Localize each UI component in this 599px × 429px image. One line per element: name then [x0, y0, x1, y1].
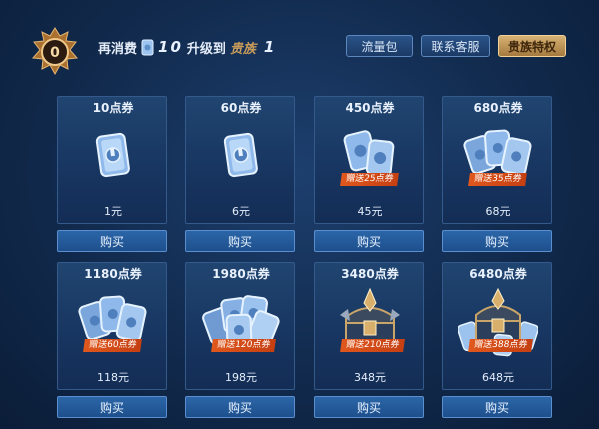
product-card-panel[interactable]: 680点券 赠送35点券 68元	[442, 96, 552, 224]
product-card[interactable]: 1980点券 赠送120点券 198元购买	[185, 262, 295, 422]
product-card[interactable]: 6480点券 赠送388点券 648元购买	[442, 262, 552, 422]
buy-button[interactable]: 购买	[185, 396, 295, 418]
product-card-panel[interactable]: 6480点券 赠送388点券 648元	[442, 262, 552, 390]
product-card-panel[interactable]: 3480点券 赠送210点券 348元	[314, 262, 424, 390]
product-card-panel[interactable]: 450点券 赠送25点券 45元	[314, 96, 424, 224]
buy-button[interactable]: 购买	[442, 230, 552, 252]
product-card-panel[interactable]: 1180点券 赠送60点券 118元	[57, 262, 167, 390]
product-price: 68元	[485, 205, 511, 218]
product-price: 1元	[104, 205, 122, 218]
tab-customer-service[interactable]: 联系客服	[421, 35, 490, 57]
buy-button[interactable]: 购买	[57, 230, 167, 252]
tab-noble-privileges[interactable]: 贵族特权	[498, 35, 566, 57]
product-card-panel[interactable]: 10点券 1元	[57, 96, 167, 224]
product-title: 680点券	[473, 101, 523, 115]
product-price: 198元	[225, 371, 257, 384]
product-card[interactable]: 680点券 赠送35点券 68元购买	[442, 96, 552, 256]
product-title: 6480点券	[469, 267, 527, 281]
product-price: 118元	[97, 371, 129, 384]
buy-button[interactable]: 购买	[442, 396, 552, 418]
product-card-panel[interactable]: 60点券 6元	[185, 96, 295, 224]
bonus-gift-badge: 赠送388点券	[468, 339, 534, 352]
bonus-gift-badge: 赠送25点券	[340, 173, 400, 186]
product-title: 450点券	[345, 101, 395, 115]
buy-button[interactable]: 购买	[314, 230, 424, 252]
product-card[interactable]: 450点券 赠送25点券 45元购买	[314, 96, 424, 256]
product-price: 648元	[482, 371, 514, 384]
top-bar: 0 再消费 10 升级到 贵族 1 流量包 联系客服 贵族特权	[0, 0, 599, 86]
product-price: 348元	[354, 371, 386, 384]
buy-button[interactable]: 购买	[314, 396, 424, 418]
vip-level-badge-icon: 0	[31, 27, 79, 76]
spend-more-label: 再消费	[98, 41, 138, 57]
product-card[interactable]: 1180点券 赠送60点券 118元购买	[57, 262, 167, 422]
coupon-single-icon	[73, 121, 153, 191]
noble-level-number: 1	[263, 38, 275, 56]
product-price: 6元	[232, 205, 250, 218]
product-title: 3480点券	[341, 267, 399, 281]
bonus-gift-badge: 赠送35点券	[468, 173, 528, 186]
product-title: 1180点券	[84, 267, 142, 281]
product-card-panel[interactable]: 1980点券 赠送120点券 198元	[185, 262, 295, 390]
buy-button[interactable]: 购买	[185, 230, 295, 252]
coupon-icon	[141, 39, 154, 55]
buy-button[interactable]: 购买	[57, 396, 167, 418]
tab-data-package[interactable]: 流量包	[346, 35, 413, 57]
bonus-gift-badge: 赠送120点券	[211, 339, 277, 352]
bonus-gift-badge: 赠送210点券	[340, 339, 406, 352]
product-card[interactable]: 3480点券 赠送210点券 348元购买	[314, 262, 424, 422]
spend-amount: 10	[158, 38, 183, 56]
product-title: 1980点券	[212, 267, 270, 281]
bonus-gift-badge: 赠送60点券	[83, 339, 143, 352]
vip-level-number: 0	[50, 45, 60, 61]
product-card[interactable]: 60点券 6元购买	[185, 96, 295, 256]
product-price: 45元	[357, 205, 383, 218]
product-card[interactable]: 10点券 1元购买	[57, 96, 167, 256]
noble-label: 贵族	[229, 41, 256, 57]
product-title: 60点券	[220, 101, 262, 115]
upgrade-to-label: 升级到	[186, 41, 226, 57]
coupon-single-icon	[201, 121, 281, 191]
upgrade-progress-text: 再消费 10 升级到 贵族 1	[98, 36, 274, 58]
product-title: 10点券	[92, 101, 134, 115]
